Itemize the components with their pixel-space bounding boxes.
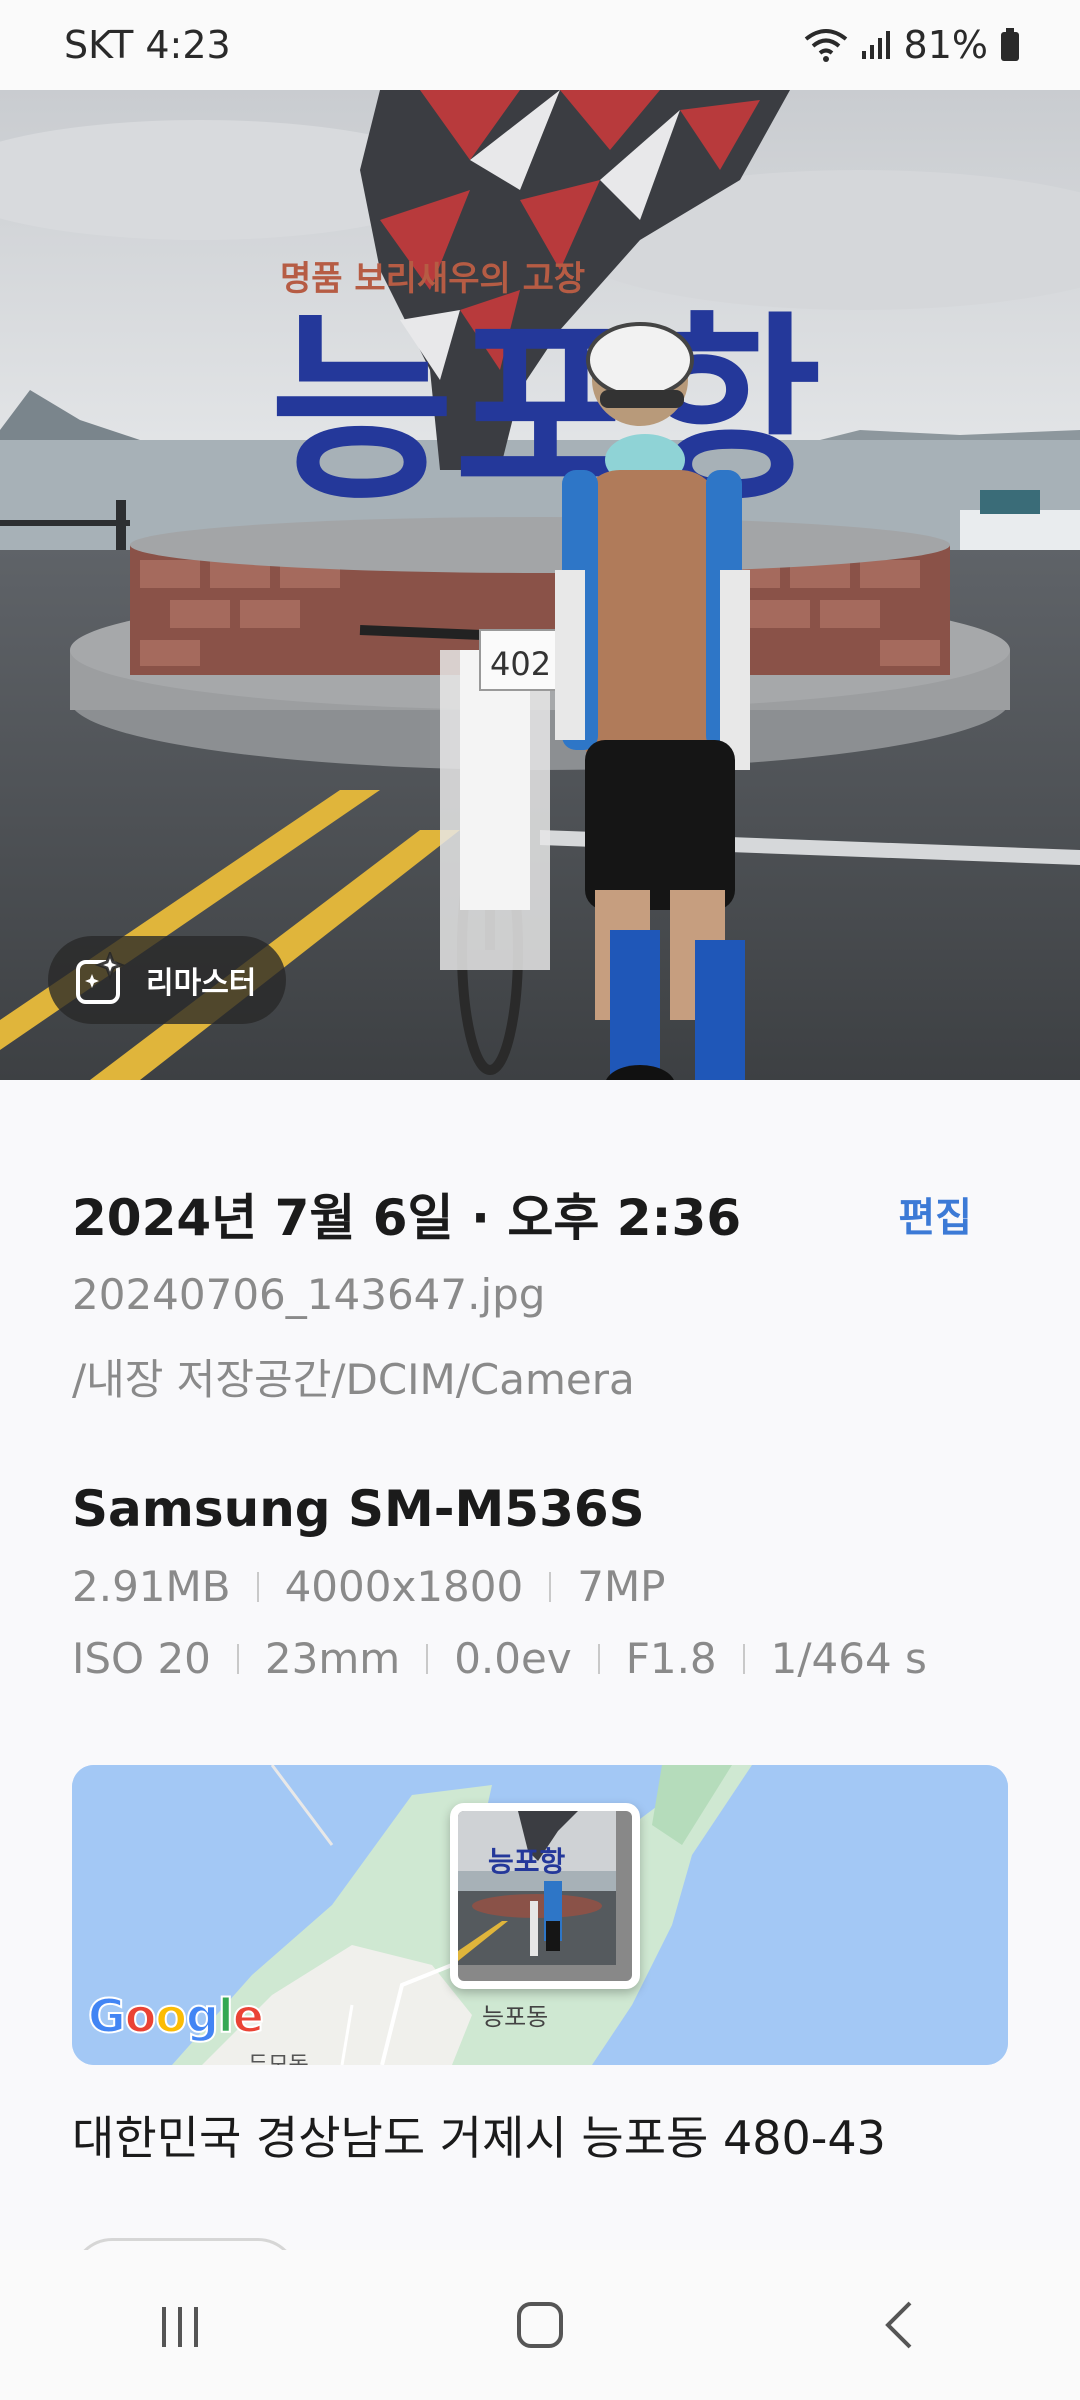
battery-icon bbox=[1000, 28, 1020, 62]
recent-apps-button[interactable] bbox=[150, 2295, 210, 2355]
file-meta-row: 2.91MB 4000x1800 7MP bbox=[72, 1562, 666, 1611]
photo-image: 명품 보리새우의 고장 능포항 402 bbox=[0, 90, 1080, 1080]
file-path: /내장 저장공간/DCIM/Camera bbox=[72, 1355, 635, 1404]
divider bbox=[256, 1571, 259, 1602]
back-button[interactable] bbox=[870, 2295, 930, 2355]
date-row: 2024년 7월 6일 · 오후 2:36 편집 bbox=[72, 1178, 972, 1250]
file-name: 20240706_143647.jpg bbox=[72, 1270, 546, 1319]
status-icons: 81% bbox=[804, 23, 1020, 67]
status-bar: SKT 4:23 81% bbox=[0, 0, 1080, 90]
thumbnail-image: 능포항 bbox=[458, 1811, 616, 1965]
location-address: 대한민국 경상남도 거제시 능포동 480-43 bbox=[72, 2111, 886, 2165]
home-icon bbox=[517, 2302, 563, 2348]
battery-percent: 81% bbox=[903, 23, 988, 67]
signal-icon bbox=[860, 29, 892, 61]
svg-text:능포항: 능포항 bbox=[488, 1845, 566, 1878]
carrier-time: SKT 4:23 bbox=[64, 23, 231, 67]
google-logo: Google bbox=[87, 1988, 265, 2044]
focal-length: 23mm bbox=[264, 1634, 401, 1683]
bike-number: 402 bbox=[490, 645, 551, 683]
map-place-label: 능포동 bbox=[482, 2003, 549, 2031]
divider bbox=[742, 1643, 745, 1674]
navigation-bar bbox=[0, 2250, 1080, 2400]
camera-meta-row: ISO 20 23mm 0.0ev F1.8 1/464 s bbox=[72, 1634, 927, 1683]
shutter-speed: 1/464 s bbox=[770, 1634, 927, 1683]
megapixels: 7MP bbox=[577, 1562, 666, 1611]
exposure: 0.0ev bbox=[454, 1634, 572, 1683]
wifi-icon bbox=[804, 27, 848, 63]
remaster-sparkle-icon bbox=[76, 952, 126, 1004]
remaster-label: 리마스터 bbox=[146, 966, 257, 1001]
photo-viewer[interactable]: 명품 보리새우의 고장 능포항 402 리마스터 bbox=[0, 90, 1080, 1080]
back-icon bbox=[885, 2301, 912, 2349]
divider bbox=[426, 1643, 429, 1674]
edit-button[interactable]: 편집 bbox=[898, 1185, 972, 1243]
photo-date: 2024년 7월 6일 · 오후 2:36 bbox=[72, 1189, 742, 1247]
recent-apps-icon bbox=[162, 2307, 198, 2347]
file-size: 2.91MB bbox=[72, 1562, 231, 1611]
divider bbox=[236, 1643, 239, 1674]
remaster-button[interactable]: 리마스터 bbox=[48, 936, 287, 1024]
resolution: 4000x1800 bbox=[284, 1562, 524, 1611]
device-model: Samsung SM-M536S bbox=[72, 1480, 645, 1538]
divider bbox=[549, 1571, 552, 1602]
sign-subtitle: 명품 보리새우의 고장 bbox=[280, 259, 585, 299]
map-sub-label: 두모동 bbox=[248, 2047, 309, 2065]
home-button[interactable] bbox=[510, 2295, 570, 2355]
map-photo-thumbnail[interactable]: 능포항 bbox=[450, 1803, 640, 1989]
divider bbox=[597, 1643, 600, 1674]
details-panel: 2024년 7월 6일 · 오후 2:36 편집 20240706_143647… bbox=[0, 1080, 1080, 2301]
aperture: F1.8 bbox=[625, 1634, 717, 1683]
iso: ISO 20 bbox=[72, 1634, 211, 1683]
location-map[interactable]: 능포항 능포동 두모동 Google bbox=[72, 1765, 1008, 2065]
